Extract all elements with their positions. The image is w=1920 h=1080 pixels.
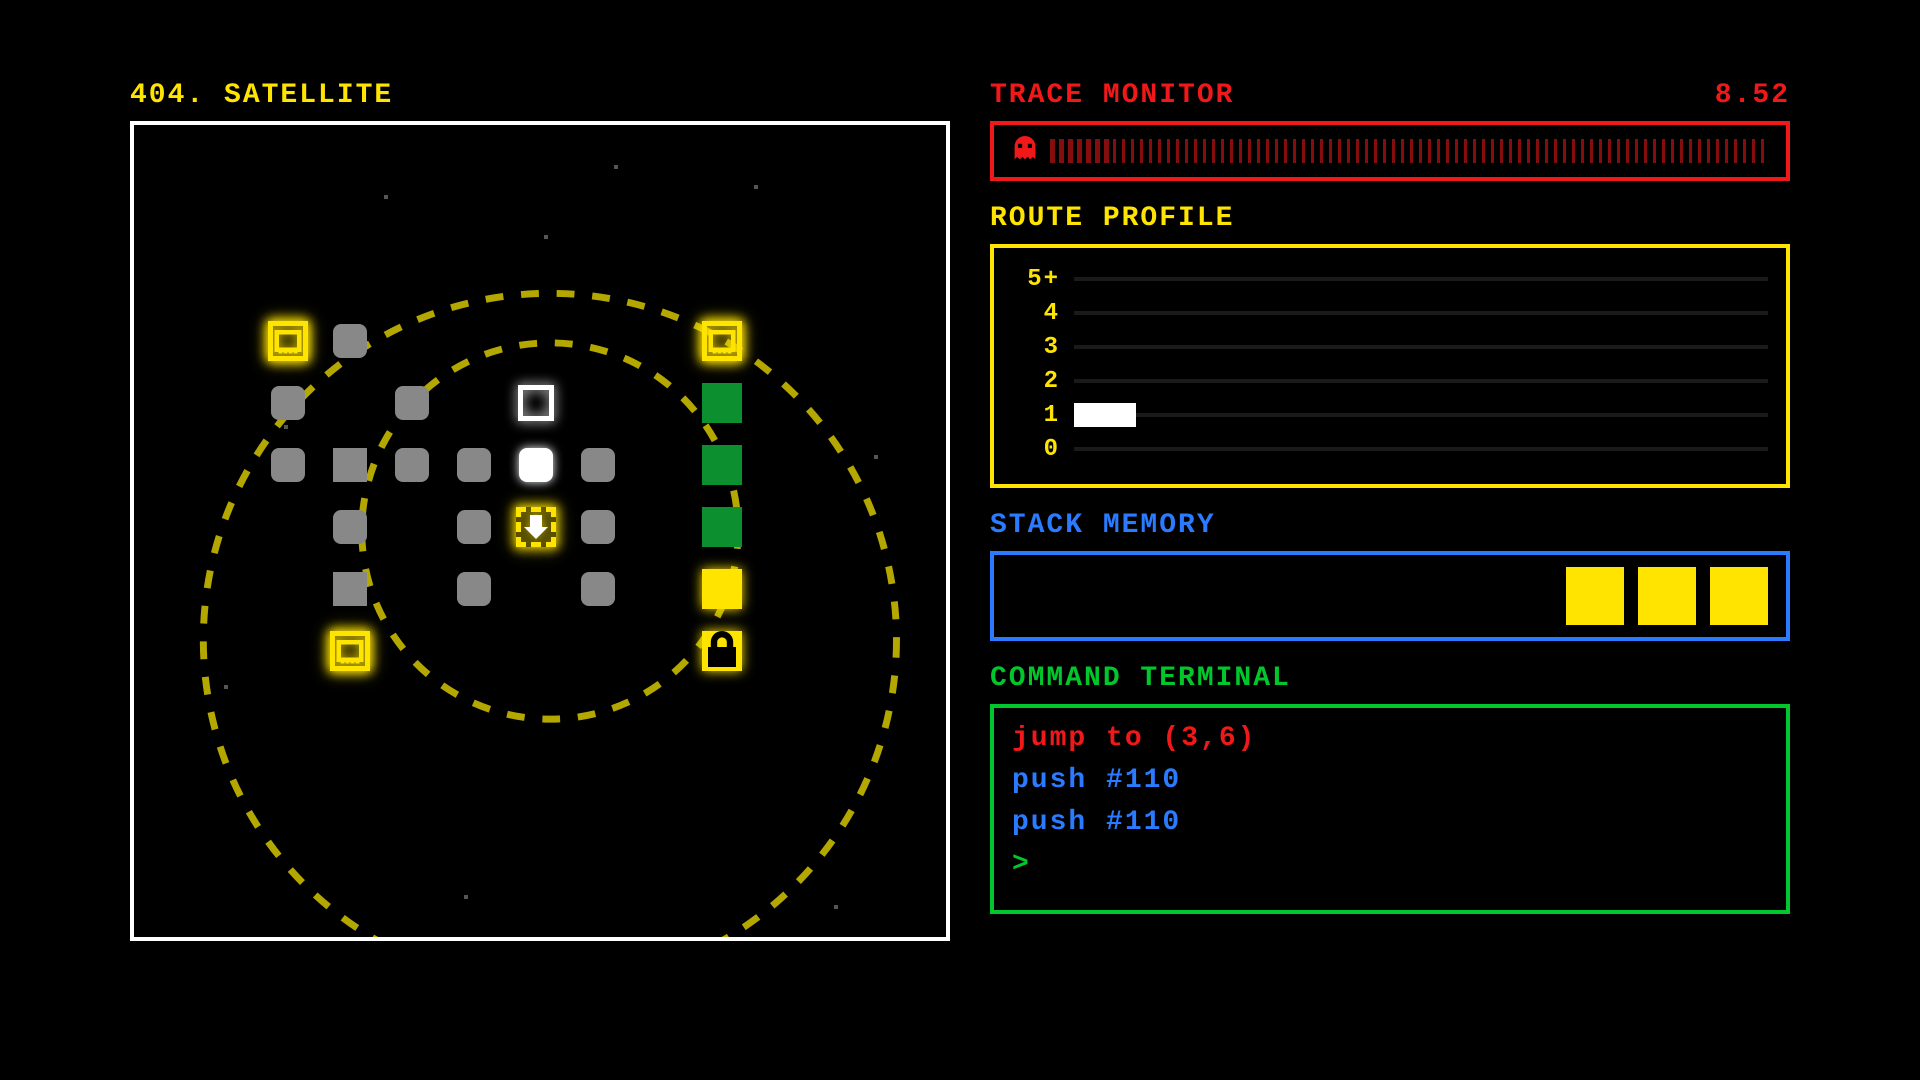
route-bar	[1074, 447, 1768, 451]
terminal-line: push #110	[1012, 802, 1768, 844]
trace-value: 8.52	[1715, 80, 1790, 111]
route-row: 0	[1012, 432, 1768, 466]
grid-cell[interactable]	[700, 381, 744, 425]
route-row: 3	[1012, 330, 1768, 364]
grid-cell[interactable]	[390, 443, 434, 487]
route-label: 1	[1012, 402, 1060, 429]
route-bar	[1074, 345, 1768, 349]
grid-cell[interactable]	[390, 381, 434, 425]
route-bar	[1074, 277, 1768, 281]
route-row: 4	[1012, 296, 1768, 330]
stack-chip	[1566, 567, 1624, 625]
grid-cell[interactable]	[452, 567, 496, 611]
route-bar	[1074, 311, 1768, 315]
stack-chip	[1710, 567, 1768, 625]
stack-chip	[1638, 567, 1696, 625]
grid-cell[interactable]	[266, 381, 310, 425]
route-panel: 5+ 4 3 2 1 0	[990, 244, 1790, 488]
route-title: ROUTE PROFILE	[990, 203, 1790, 234]
trace-title: TRACE MONITOR	[990, 80, 1234, 111]
player-token[interactable]	[514, 505, 558, 549]
terminal-line: push #110	[1012, 760, 1768, 802]
ghost-icon[interactable]	[390, 319, 434, 363]
ghost-icon	[1012, 136, 1038, 167]
terminal-line: jump to (3,6)	[1012, 718, 1768, 760]
route-label: 2	[1012, 368, 1060, 395]
grid-cell[interactable]	[576, 443, 620, 487]
grid-cell[interactable]	[514, 381, 558, 425]
grid-cell[interactable]	[576, 505, 620, 549]
route-row: 1	[1012, 398, 1768, 432]
grid-cell[interactable]	[514, 443, 558, 487]
route-row: 2	[1012, 364, 1768, 398]
terminal-panel[interactable]: jump to (3,6)push #110push #110>	[990, 704, 1790, 914]
grid-cell[interactable]	[576, 567, 620, 611]
command-terminal[interactable]: COMMAND TERMINAL jump to (3,6)push #110p…	[990, 663, 1790, 914]
route-label: 3	[1012, 334, 1060, 361]
route-bar	[1074, 413, 1768, 417]
route-label: 5+	[1012, 266, 1060, 293]
grid-cell[interactable]	[452, 505, 496, 549]
grid-cell[interactable]	[328, 567, 372, 611]
route-row: 5+	[1012, 262, 1768, 296]
trace-monitor: TRACE MONITOR 8.52	[990, 80, 1790, 181]
route-profile: ROUTE PROFILE 5+ 4 3 2 1 0	[990, 203, 1790, 488]
stack-memory: STACK MEMORY	[990, 510, 1790, 641]
terminal-title: COMMAND TERMINAL	[990, 663, 1790, 694]
route-label: 4	[1012, 300, 1060, 327]
grid-cell[interactable]	[328, 319, 372, 363]
chip-token[interactable]	[700, 319, 744, 363]
grid-cell[interactable]	[700, 443, 744, 487]
number-token[interactable]: 3	[700, 567, 744, 611]
chip-token[interactable]	[328, 629, 372, 673]
link-icon[interactable]	[514, 629, 558, 673]
trace-panel	[990, 121, 1790, 181]
route-bar	[1074, 379, 1768, 383]
stack-title: STACK MEMORY	[990, 510, 1790, 541]
lock-token[interactable]	[700, 629, 744, 673]
route-label: 0	[1012, 436, 1060, 463]
level-map[interactable]: 3	[130, 121, 950, 941]
grid-cell[interactable]	[328, 505, 372, 549]
stack-panel	[990, 551, 1790, 641]
grid-cell[interactable]	[700, 505, 744, 549]
chip-token[interactable]	[266, 319, 310, 363]
terminal-line: >	[1012, 844, 1768, 886]
grid-cell[interactable]	[452, 443, 496, 487]
grid-cell[interactable]	[328, 443, 372, 487]
grid-cell[interactable]	[266, 443, 310, 487]
link-icon[interactable]	[390, 505, 434, 549]
level-title: 404. SATELLITE	[130, 80, 950, 111]
trace-waveform	[1050, 139, 1768, 163]
